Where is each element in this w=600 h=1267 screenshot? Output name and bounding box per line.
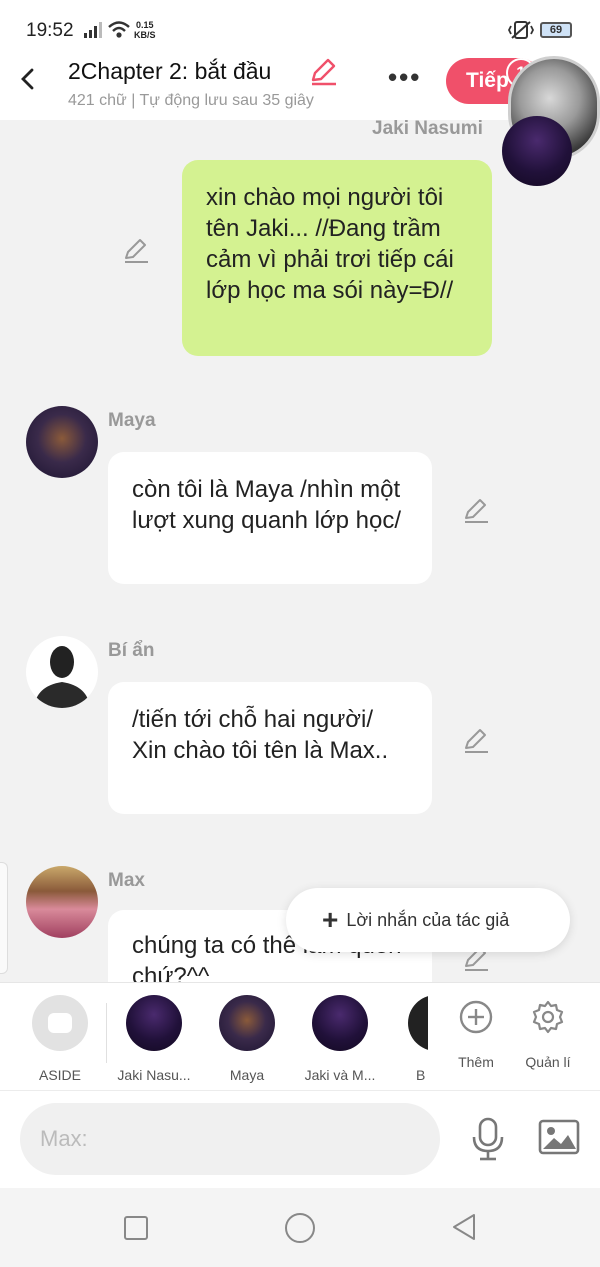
character-item[interactable]: Maya — [205, 995, 289, 1083]
side-drawer-handle[interactable] — [0, 862, 8, 974]
word-count-autosave: 421 chữ | Tự động lưu sau 35 giây — [68, 92, 314, 109]
avatar[interactable] — [26, 406, 98, 478]
speaker-name: Maya — [108, 410, 156, 431]
character-label: B — [416, 1067, 426, 1083]
character-item[interactable]: Jaki Nasu... — [112, 995, 196, 1083]
edit-title-icon[interactable] — [308, 56, 338, 86]
back-triangle-icon[interactable] — [450, 1212, 478, 1242]
clock: 19:52 — [26, 20, 74, 41]
chapter-title[interactable]: 2Chapter 2: bắt đầu — [68, 58, 271, 85]
microphone-icon[interactable] — [470, 1117, 506, 1161]
add-circle-icon — [459, 1000, 493, 1034]
avatar[interactable] — [26, 636, 98, 708]
recent-apps-icon[interactable] — [124, 1216, 148, 1240]
speaker-name: Bí ẩn — [108, 640, 155, 661]
aside-icon — [32, 995, 88, 1051]
network-speed: 0.15 KB/S — [134, 20, 156, 40]
character-label: Jaki và M... — [304, 1067, 376, 1083]
message-input[interactable] — [20, 1103, 440, 1175]
gear-icon — [532, 1000, 564, 1034]
image-icon[interactable] — [538, 1119, 580, 1155]
signal-icon — [84, 22, 102, 38]
more-options-icon[interactable]: ••• — [388, 64, 421, 90]
message-bubble[interactable]: /tiến tới chỗ hai người/ Xin chào tôi tê… — [108, 682, 432, 814]
character-item[interactable]: B — [394, 995, 428, 1083]
status-bar: 19:52 0.15 KB/S 69 — [0, 0, 600, 58]
speed-value: 0.15 — [135, 20, 154, 30]
character-avatar — [312, 995, 368, 1051]
composer — [0, 1090, 600, 1188]
author-note-button[interactable]: + Lời nhắn của tác giả — [286, 888, 570, 952]
character-bar: ASIDE Jaki Nasu... Maya Jaki và M... B T… — [0, 982, 600, 1090]
character-label: Jaki Nasu... — [117, 1067, 191, 1083]
silhouette-icon — [34, 646, 90, 708]
character-label: Maya — [229, 1067, 265, 1083]
character-item[interactable]: Jaki và M... — [298, 995, 382, 1083]
speaker-name: Max — [108, 870, 145, 891]
manage-button[interactable]: Quản lí — [506, 995, 590, 1070]
edit-pencil-icon[interactable] — [462, 496, 490, 524]
character-label: ASIDE — [38, 1067, 81, 1083]
speaker-name: Jaki Nasumi — [372, 118, 483, 139]
battery-icon: 69 — [540, 22, 572, 38]
character-avatar — [126, 995, 182, 1051]
system-nav-bar — [0, 1188, 600, 1267]
back-arrow-icon[interactable] — [14, 64, 42, 94]
character-avatar — [219, 995, 275, 1051]
edit-pencil-icon[interactable] — [122, 236, 150, 264]
message-bubble[interactable]: còn tôi là Maya /nhìn một lượt xung quan… — [108, 452, 432, 584]
author-note-label: Lời nhắn của tác giả — [346, 910, 510, 930]
wifi-icon — [108, 21, 130, 38]
avatar[interactable] — [502, 116, 572, 186]
home-icon[interactable] — [285, 1213, 315, 1243]
manage-label: Quản lí — [525, 1054, 571, 1070]
avatar[interactable] — [26, 866, 98, 938]
edit-pencil-icon[interactable] — [462, 726, 490, 754]
divider — [106, 1003, 107, 1063]
speed-unit: KB/S — [134, 30, 156, 40]
character-aside[interactable]: ASIDE — [18, 995, 102, 1083]
vibrate-icon — [508, 21, 534, 39]
character-avatar — [408, 995, 428, 1051]
message-bubble[interactable]: xin chào mọi người tôi tên Jaki... //Đan… — [182, 160, 492, 356]
plus-icon: + — [322, 904, 339, 935]
